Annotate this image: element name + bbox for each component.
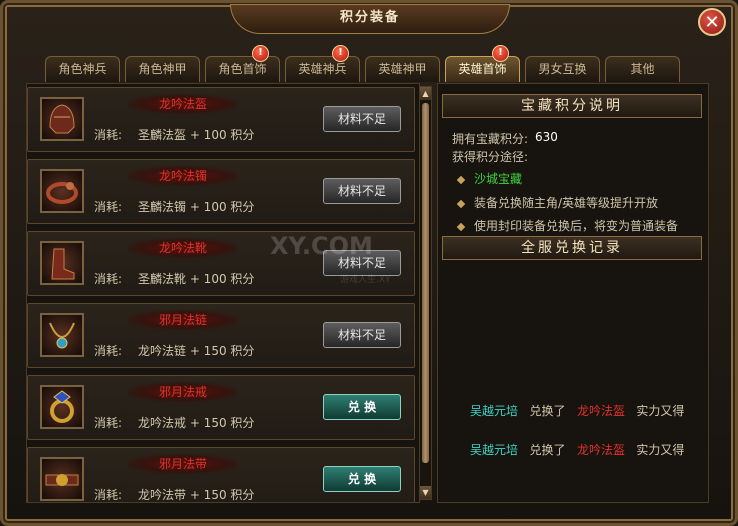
equipment-row: 邪月法链 消耗: 龙吟法链 + 150 积分 材料不足 [27,303,415,368]
alert-badge-icon: ! [252,45,269,62]
diamond-bullet-icon [456,199,466,208]
cost-label: 消耗: [94,488,123,502]
equipment-row: 龙吟法盔 消耗: 圣麟法盔 + 100 积分 材料不足 [27,87,415,152]
tab-label: 英雄神兵 [298,62,347,76]
cost-label: 消耗: [94,344,123,358]
belt-icon[interactable] [40,457,84,501]
records-header: 全服兑换记录 [442,236,702,260]
tab-label: 英雄首饰 [458,62,507,76]
tab-3[interactable]: 英雄神兵! [285,45,360,82]
tab-label: 角色神兵 [58,62,107,76]
insufficient-materials-button[interactable]: 材料不足 [323,106,401,132]
helmet-icon[interactable] [40,97,84,141]
exchange-button[interactable]: 兑 换 [323,466,401,492]
way-item: 使用封印装备兑换后，将变为普通装备 [456,217,678,234]
way-item: 装备兑换随主角/英雄等级提升开放 [456,194,658,211]
record-entry: 吴越元培 兑换了 龙吟法盔 实力又得 [470,443,685,457]
record-entry: 吴越元培 兑换了 龙吟法盔 实力又得 [470,404,685,418]
item-name[interactable]: 龙吟法镯 [128,166,238,186]
watermark: XY.COM [270,232,373,260]
scroll-up-icon[interactable]: ▲ [420,87,431,100]
cost-label: 消耗: [94,200,123,214]
close-icon: ✕ [704,12,720,33]
tab-label: 其他 [630,62,655,76]
cost-label: 消耗: [94,272,123,286]
points-value: 630 [535,130,558,144]
tab-0[interactable]: 角色神兵 [45,56,120,82]
tab-5[interactable]: 英雄首饰! [445,45,520,82]
scroll-thumb[interactable] [422,103,429,463]
ring-icon[interactable] [40,385,84,429]
info-panel: 宝藏积分说明 拥有宝藏积分: 630 获得积分途径: 沙城宝藏 装备兑换随主角/… [437,83,709,503]
alert-badge-icon: ! [492,45,509,62]
cost-label: 消耗: [94,128,123,142]
tab-label: 英雄神甲 [378,62,427,76]
cost-text: 龙吟法戒 + 150 积分 [138,416,255,430]
watermark-sub: 游戏人生.XY [340,275,391,285]
close-button[interactable]: ✕ [698,8,726,36]
item-name[interactable]: 邪月法带 [128,454,238,474]
insufficient-materials-button[interactable]: 材料不足 [323,322,401,348]
exchange-button[interactable]: 兑 换 [323,394,401,420]
item-name[interactable]: 邪月法链 [128,310,238,330]
tab-6[interactable]: 男女互换 [525,56,600,82]
alert-badge-icon: ! [332,45,349,62]
equipment-row: 龙吟法镯 消耗: 圣麟法镯 + 100 积分 材料不足 [27,159,415,224]
cost-label: 消耗: [94,416,123,430]
item-list: 龙吟法盔 消耗: 圣麟法盔 + 100 积分 材料不足 龙吟法镯 消耗: 圣麟法镯 + 10… [26,83,420,503]
points-label: 拥有宝藏积分: [452,132,529,146]
diamond-bullet-icon [456,222,466,231]
cost-text: 圣麟法盔 + 100 积分 [138,128,255,142]
tab-1[interactable]: 角色神甲 [125,56,200,82]
way-item: 沙城宝藏 [456,170,522,187]
tab-label: 角色首饰 [218,62,267,76]
item-name[interactable]: 龙吟法盔 [128,94,238,114]
equipment-row: 邪月法带 消耗: 龙吟法带 + 150 积分 兑 换 [27,447,415,502]
info-header: 宝藏积分说明 [442,94,702,118]
insufficient-materials-button[interactable]: 材料不足 [323,178,401,204]
cost-text: 圣麟法镯 + 100 积分 [138,200,255,214]
item-list-scrollbar[interactable]: ▲ ▼ [419,86,432,500]
tab-label: 角色神甲 [138,62,187,76]
bracelet-icon[interactable] [40,169,84,213]
boots-icon[interactable] [40,241,84,285]
ways-label: 获得积分途径: [452,150,529,164]
item-name[interactable]: 邪月法戒 [128,382,238,402]
cost-text: 龙吟法带 + 150 积分 [138,488,255,502]
tab-4[interactable]: 英雄神甲 [365,56,440,82]
tab-label: 男女互换 [538,62,587,76]
scroll-down-icon[interactable]: ▼ [420,486,431,499]
tab-7[interactable]: 其他 [605,56,680,82]
equipment-row: 邪月法戒 消耗: 龙吟法戒 + 150 积分 兑 换 [27,375,415,440]
tab-2[interactable]: 角色首饰! [205,45,280,82]
necklace-icon[interactable] [40,313,84,357]
dialog-title: 积分装备 [230,4,510,34]
diamond-bullet-icon [456,175,466,184]
cost-text: 龙吟法链 + 150 积分 [138,344,255,358]
item-name[interactable]: 龙吟法靴 [128,238,238,258]
cost-text: 圣麟法靴 + 100 积分 [138,272,255,286]
